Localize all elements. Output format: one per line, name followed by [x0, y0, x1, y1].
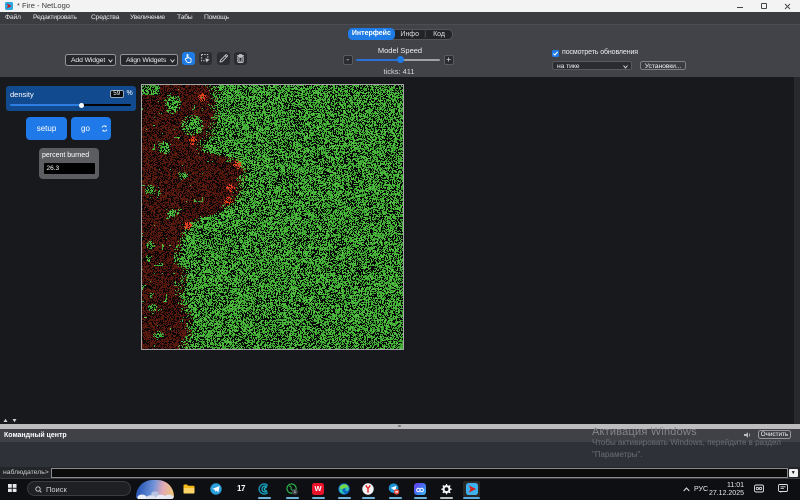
svg-text:1: 1	[294, 490, 296, 494]
